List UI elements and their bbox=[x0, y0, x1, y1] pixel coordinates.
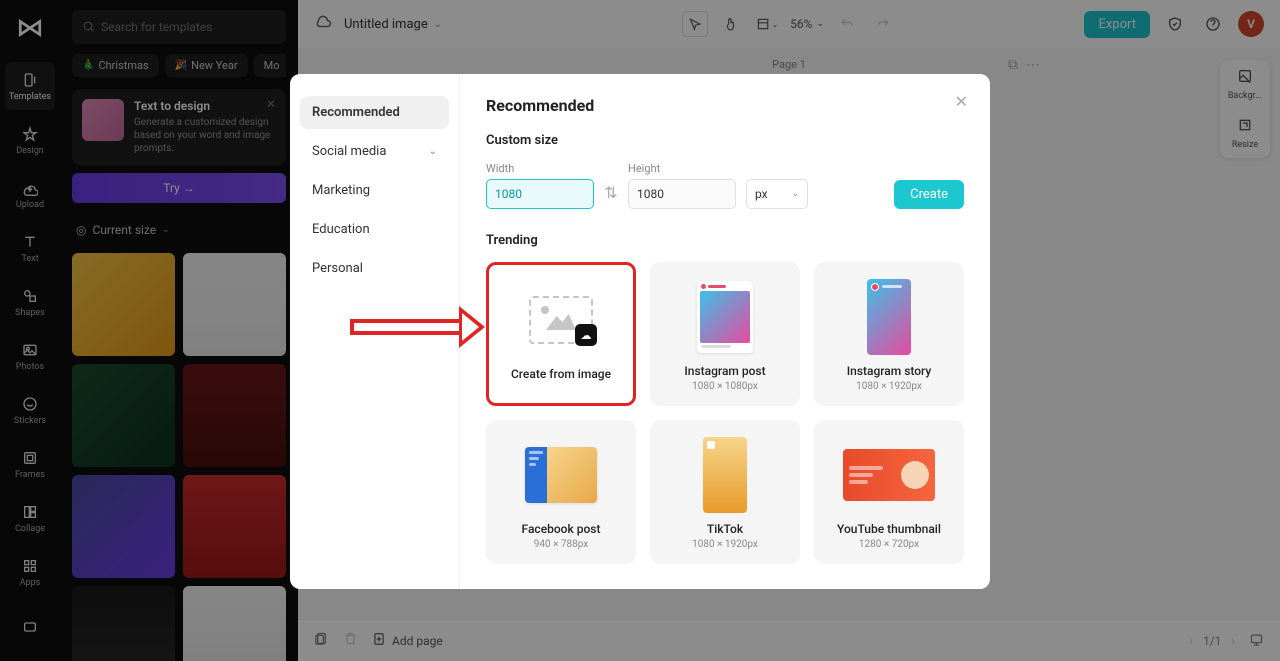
trending-grid: ☁ Create from image Instagram post 1080 … bbox=[486, 262, 964, 564]
card-instagram-post[interactable]: Instagram post 1080 × 1080px bbox=[650, 262, 800, 406]
custom-size-heading: Custom size bbox=[486, 133, 964, 148]
category-personal[interactable]: Personal bbox=[300, 252, 449, 285]
category-education[interactable]: Education bbox=[300, 213, 449, 246]
modal-close-button[interactable]: ✕ bbox=[955, 92, 968, 111]
create-button[interactable]: Create bbox=[894, 180, 964, 209]
width-label: Width bbox=[486, 162, 594, 175]
modal-title: Recommended bbox=[486, 96, 964, 115]
category-recommended[interactable]: Recommended bbox=[300, 96, 449, 129]
category-social-media[interactable]: Social media⌄ bbox=[300, 135, 449, 168]
image-placeholder-icon: ☁ bbox=[529, 296, 593, 344]
card-youtube-thumbnail[interactable]: YouTube thumbnail 1280 × 720px bbox=[814, 420, 964, 564]
card-create-from-image[interactable]: ☁ Create from image bbox=[486, 262, 636, 406]
chevron-down-icon: ⌄ bbox=[429, 146, 437, 157]
card-instagram-story[interactable]: Instagram story 1080 × 1920px bbox=[814, 262, 964, 406]
chevron-down-icon: ⌄ bbox=[791, 189, 799, 199]
youtube-thumb-preview bbox=[843, 449, 935, 501]
height-label: Height bbox=[628, 162, 736, 175]
instagram-story-preview bbox=[867, 279, 911, 355]
size-row: Width ⇅ Height px⌄ Create bbox=[486, 162, 964, 209]
width-input[interactable] bbox=[486, 179, 594, 209]
card-tiktok[interactable]: TikTok 1080 × 1920px bbox=[650, 420, 800, 564]
link-dimensions-icon[interactable]: ⇅ bbox=[604, 183, 618, 202]
instagram-post-preview bbox=[697, 281, 753, 353]
unit-select[interactable]: px⌄ bbox=[746, 179, 808, 209]
modal-category-list: Recommended Social media⌄ Marketing Educ… bbox=[290, 74, 460, 589]
facebook-post-preview bbox=[525, 447, 597, 503]
modal-content: ✕ Recommended Custom size Width ⇅ Height… bbox=[460, 74, 990, 589]
new-design-modal: Recommended Social media⌄ Marketing Educ… bbox=[290, 74, 990, 589]
height-input[interactable] bbox=[628, 179, 736, 209]
tiktok-preview bbox=[703, 437, 747, 513]
card-facebook-post[interactable]: Facebook post 940 × 788px bbox=[486, 420, 636, 564]
category-marketing[interactable]: Marketing bbox=[300, 174, 449, 207]
trending-heading: Trending bbox=[486, 233, 964, 248]
upload-badge-icon: ☁ bbox=[575, 324, 597, 346]
